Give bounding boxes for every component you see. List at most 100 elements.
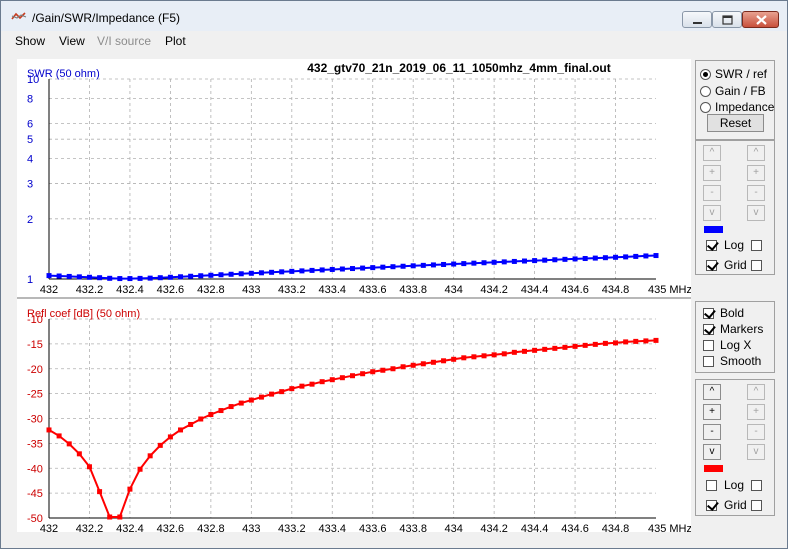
data-point	[552, 257, 558, 263]
data-point	[390, 366, 396, 372]
data-point	[309, 267, 315, 273]
top-series-color-swatch[interactable]	[704, 226, 723, 233]
data-point	[420, 361, 426, 367]
data-point	[572, 343, 578, 349]
logx-checkbox[interactable]	[703, 340, 714, 351]
radio-label: SWR / ref	[715, 67, 768, 81]
data-point	[238, 271, 244, 277]
bottom-grid-right-checkbox[interactable]	[751, 500, 762, 511]
data-point	[451, 261, 457, 267]
x-tick-label: 432	[40, 284, 58, 296]
bold-label: Bold	[720, 306, 745, 320]
radio-label: Impedance	[715, 100, 775, 114]
data-point	[461, 261, 467, 267]
data-point	[279, 269, 285, 275]
data-point	[309, 381, 315, 387]
bottom-right-plus-button[interactable]: +	[747, 404, 765, 420]
data-point	[289, 386, 295, 392]
top-left-up-button[interactable]: ^	[703, 145, 721, 161]
top-log-label: Log	[724, 238, 745, 252]
data-point	[56, 433, 62, 439]
data-point	[380, 264, 386, 270]
data-point	[228, 271, 234, 277]
data-point	[562, 256, 568, 262]
logx-label: Log X	[720, 338, 752, 352]
data-point	[269, 391, 275, 397]
bottom-grid-checkbox[interactable]	[706, 500, 717, 511]
data-point	[643, 338, 649, 344]
top-left-down-button[interactable]: v	[703, 205, 721, 221]
top-grid-right-checkbox[interactable]	[751, 260, 762, 271]
x-tick-label: 433.4	[319, 523, 347, 535]
maximize-icon	[722, 15, 733, 25]
y-tick-label: -35	[27, 438, 43, 450]
data-point	[521, 348, 527, 354]
data-point	[127, 276, 133, 282]
top-right-up-button[interactable]: ^	[747, 145, 765, 161]
y-tick-label: -15	[27, 339, 43, 351]
smooth-checkbox[interactable]	[703, 356, 714, 367]
data-point	[532, 258, 538, 264]
data-point	[481, 353, 487, 359]
radio-label: Gain / FB	[715, 84, 766, 98]
top-left-minus-button[interactable]: -	[703, 185, 721, 201]
markers-checkbox[interactable]	[703, 324, 714, 335]
data-point	[501, 351, 507, 357]
data-point	[471, 354, 477, 360]
y-tick-label: -20	[27, 364, 43, 376]
data-point	[137, 466, 143, 472]
bottom-right-down-button[interactable]: v	[747, 444, 765, 460]
y-tick-label: -50	[27, 513, 43, 525]
x-tick-label: 432.6	[157, 284, 185, 296]
data-point	[157, 275, 163, 281]
radio-button[interactable]	[700, 86, 711, 97]
top-right-down-button[interactable]: v	[747, 205, 765, 221]
data-point	[501, 259, 507, 265]
bottom-left-plus-button[interactable]: +	[703, 404, 721, 420]
maximize-button[interactable]	[712, 11, 742, 28]
top-grid-checkbox[interactable]	[706, 260, 717, 271]
radio-button[interactable]	[700, 69, 711, 80]
data-point	[147, 275, 153, 281]
close-button[interactable]	[742, 11, 779, 28]
data-point	[592, 341, 598, 347]
top-log-checkbox[interactable]	[706, 240, 717, 251]
data-point	[329, 377, 335, 383]
bold-checkbox[interactable]	[703, 308, 714, 319]
data-point	[66, 441, 72, 447]
bottom-log-checkbox[interactable]	[706, 480, 717, 491]
data-point	[258, 270, 264, 276]
data-point	[360, 371, 366, 377]
data-point	[562, 344, 568, 350]
data-point	[532, 347, 538, 353]
data-point	[481, 260, 487, 266]
bottom-left-minus-button[interactable]: -	[703, 424, 721, 440]
bottom-left-down-button[interactable]: v	[703, 444, 721, 460]
x-tick-label: 432.2	[76, 523, 104, 535]
x-tick-label: 435 MHz	[648, 284, 691, 296]
data-point	[56, 273, 62, 279]
bottom-right-up-button[interactable]: ^	[747, 384, 765, 400]
bottom-log-right-checkbox[interactable]	[751, 480, 762, 491]
data-point	[582, 342, 588, 348]
bottom-left-up-button[interactable]: ^	[703, 384, 721, 400]
data-point	[572, 256, 578, 262]
top-right-minus-button[interactable]: -	[747, 185, 765, 201]
y-tick-label: 8	[27, 93, 33, 105]
data-point	[279, 389, 285, 395]
top-right-plus-button[interactable]: +	[747, 165, 765, 181]
data-point	[430, 359, 436, 365]
data-point	[653, 253, 659, 259]
bottom-right-minus-button[interactable]: -	[747, 424, 765, 440]
top-log-right-checkbox[interactable]	[751, 240, 762, 251]
radio-button[interactable]	[700, 102, 711, 113]
data-point	[76, 451, 82, 457]
app-window: /Gain/SWR/Impedance (F5) Show View V/I s…	[0, 0, 788, 549]
bottom-series-color-swatch[interactable]	[704, 465, 723, 472]
data-point	[86, 274, 92, 280]
data-point	[360, 265, 366, 271]
top-left-plus-button[interactable]: +	[703, 165, 721, 181]
reset-button[interactable]: Reset	[707, 114, 764, 132]
data-point	[613, 340, 619, 346]
data-point	[471, 260, 477, 266]
